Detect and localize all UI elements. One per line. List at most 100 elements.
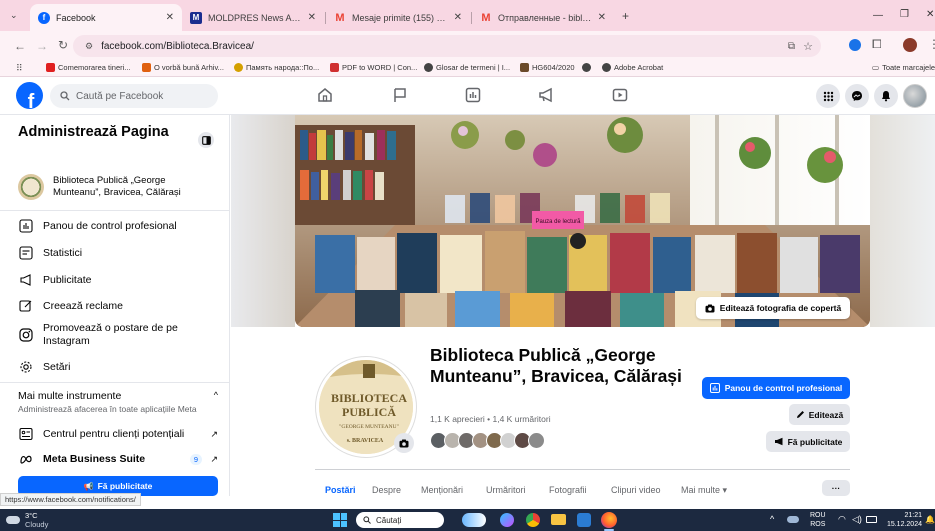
tab-close-icon[interactable]: ✕ — [598, 12, 606, 23]
tab-more[interactable]: Mai multe ▾ — [681, 485, 727, 496]
tab-photos[interactable]: Fotografii — [549, 485, 587, 495]
show-hidden-icons[interactable]: ^ — [770, 514, 774, 524]
update-profile-photo-button[interactable] — [394, 433, 414, 453]
file-explorer-icon[interactable] — [551, 514, 566, 525]
sidebar-item-dashboard[interactable]: Panou de control profesional — [18, 218, 177, 234]
bookmark-item[interactable]: Glosar de termeni | I... — [424, 63, 510, 72]
sidebar-item-create-ads[interactable]: Creează reclame — [18, 298, 123, 314]
forward-button[interactable]: → — [36, 39, 48, 53]
sidebar-item-ads[interactable]: Publicitate — [18, 272, 91, 288]
close-window-button[interactable]: ✕ — [926, 9, 934, 20]
notification-center-icon[interactable]: 🔔 — [925, 515, 935, 524]
edit-page-button[interactable]: Editează — [789, 404, 850, 425]
sidebar-item-insights[interactable]: Statistici — [18, 245, 82, 261]
edit-cover-photo-button[interactable]: Editează fotografia de copertă — [696, 297, 850, 319]
more-tools-subtitle: Administrează afacerea în toate aplicați… — [18, 404, 197, 414]
tab-videos[interactable]: Clipuri video — [611, 485, 661, 495]
professional-dashboard-button[interactable]: Panou de control profesional — [702, 377, 850, 399]
pdf-icon — [330, 63, 339, 72]
chevron-up-icon[interactable]: ^ — [214, 390, 218, 400]
tab-close-icon[interactable]: ✕ — [308, 12, 316, 23]
sidebar-item-label: Setări — [43, 361, 71, 373]
volume-icon[interactable]: ◁) — [852, 514, 862, 525]
flag-icon[interactable] — [391, 86, 411, 106]
tab-about[interactable]: Despre — [372, 485, 401, 495]
page-admin-sidebar: Administrează Pagina Biblioteca Publică … — [0, 115, 230, 496]
cover-photo[interactable]: Pauza de lectură — [295, 115, 870, 327]
page-switcher[interactable]: Biblioteca Publică „George Munteanu”, Br… — [18, 169, 218, 205]
chrome-taskbar-icon[interactable] — [526, 513, 540, 527]
language-indicator[interactable]: ROU ROS — [810, 511, 826, 529]
watch-video-icon[interactable] — [611, 86, 631, 106]
insights-nav-icon[interactable] — [464, 86, 484, 106]
clock-date: 15.12.2024 — [886, 521, 922, 528]
bookmark-item[interactable] — [582, 63, 594, 72]
tab-posts[interactable]: Postări — [325, 485, 356, 495]
page-stats[interactable]: 1,1 K aprecieri • 1,4 K urmăritori — [430, 414, 551, 424]
sidebar-item-label: Promovează o postare de pe Instagram — [43, 322, 178, 347]
messenger-button[interactable] — [845, 84, 869, 108]
sidebar-tool-meta-business-suite[interactable]: Meta Business Suite 9 ↗ — [18, 451, 218, 467]
sidebar-item-settings[interactable]: Setări — [18, 359, 70, 375]
taskbar-search-box[interactable]: Căutați — [356, 512, 444, 528]
cast-icon[interactable]: ⧉ — [788, 41, 795, 52]
bookmark-item[interactable]: O vorbă bună Arhiv... — [142, 63, 224, 72]
extension-icon[interactable] — [849, 39, 861, 51]
notifications-button[interactable] — [874, 84, 898, 108]
facebook-search-input[interactable]: Caută pe Facebook — [50, 84, 218, 108]
sidebar-tool-leads-center[interactable]: Centrul pentru clienți potențiali ↗ — [18, 426, 218, 442]
copilot-icon[interactable] — [500, 513, 514, 527]
more-tools-header[interactable]: Mai multe instrumente Administrează afac… — [18, 390, 218, 414]
facebook-header: f Caută pe Facebook — [0, 77, 935, 115]
weather-widget[interactable]: 3°C Cloudy — [6, 511, 48, 529]
tab-close-icon[interactable]: ✕ — [454, 12, 462, 23]
tab-search-button[interactable]: ⌄ — [10, 10, 18, 21]
browser-menu-icon[interactable]: ⋮ — [928, 37, 935, 51]
tab-followers[interactable]: Urmăritori — [486, 485, 526, 495]
reload-button[interactable]: ↻ — [58, 38, 68, 52]
address-bar[interactable]: ⚙ facebook.com/Biblioteca.Bravicea/ ⧉ ☆ — [73, 35, 821, 57]
windows-start-icon[interactable] — [333, 513, 347, 527]
profile-avatar[interactable] — [903, 38, 917, 52]
home-icon[interactable] — [316, 86, 336, 106]
bookmark-item[interactable]: HG604/2020 — [520, 63, 575, 72]
follower-avatars[interactable] — [430, 432, 545, 449]
megaphone-nav-icon[interactable] — [537, 86, 557, 106]
restore-button[interactable]: ❐ — [900, 9, 909, 20]
tab-gmail-sent[interactable]: M Отправленные - bibliotecabra ✕ — [472, 4, 614, 31]
apps-grid-icon[interactable]: ⠿ — [16, 63, 23, 74]
bookmark-item[interactable]: Comemorarea tineri... — [46, 63, 131, 72]
extensions-puzzle-icon[interactable]: ⧠ — [872, 37, 882, 52]
all-bookmarks-folder[interactable]: ▭ Toate marcajele — [872, 63, 935, 72]
wifi-icon[interactable]: ◠ — [838, 514, 846, 525]
sidebar-item-instagram-promote[interactable]: Promovează o postare de pe Instagram — [18, 322, 203, 348]
new-tab-button[interactable]: + — [622, 9, 629, 23]
facebook-logo-icon[interactable]: f — [16, 82, 43, 109]
bookmark-item[interactable]: Память народа::По... — [234, 63, 319, 72]
onedrive-icon[interactable] — [787, 516, 799, 523]
tab-moldpres[interactable]: M MOLDPRES News Agency - A ✕ — [182, 4, 324, 31]
store-icon[interactable] — [577, 513, 591, 527]
camera-icon — [705, 304, 715, 313]
tab-facebook[interactable]: f Facebook ✕ — [30, 4, 182, 31]
bookmark-star-icon[interactable]: ☆ — [803, 40, 813, 53]
page-title: Biblioteca Publică „George Munteanu”, Br… — [430, 345, 682, 386]
bookmark-item[interactable]: Adobe Acrobat — [602, 63, 663, 72]
more-options-button[interactable]: ··· — [822, 480, 850, 496]
minimize-button[interactable]: — — [873, 10, 883, 21]
back-button[interactable]: ← — [14, 39, 26, 53]
tab-mentions[interactable]: Menționări — [421, 485, 463, 495]
tab-gmail-inbox[interactable]: M Mesaje primite (155) - angelaz ✕ — [326, 4, 470, 31]
clock[interactable]: 21:21 15.12.2024 — [886, 511, 922, 529]
firefox-taskbar-icon[interactable] — [601, 512, 617, 528]
account-avatar[interactable] — [903, 84, 927, 108]
battery-icon[interactable] — [866, 516, 877, 523]
widgets-icon[interactable] — [462, 513, 486, 527]
bookmark-item[interactable]: PDF to WORD | Con... — [330, 63, 417, 72]
site-info-icon[interactable]: ⚙ — [85, 41, 93, 52]
collapse-sidebar-icon[interactable] — [198, 132, 214, 148]
tab-close-icon[interactable]: ✕ — [166, 12, 174, 23]
promote-button[interactable]: Fă publicitate — [766, 431, 850, 452]
menu-grid-button[interactable] — [816, 84, 840, 108]
megaphone-icon — [18, 272, 34, 288]
